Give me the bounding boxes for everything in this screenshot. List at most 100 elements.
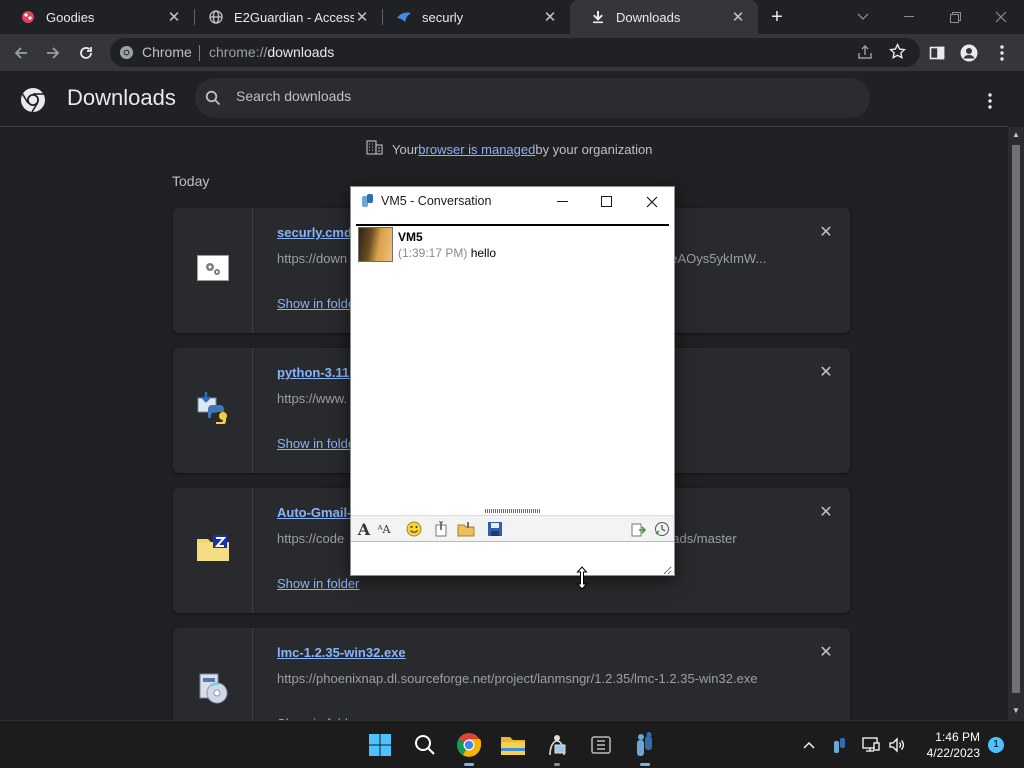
start-button[interactable]: [364, 729, 396, 761]
conversation-toolbar: A ᴬA: [351, 515, 674, 542]
scroll-up-arrow-icon[interactable]: ▲: [1012, 131, 1020, 139]
resize-cursor-icon: [576, 566, 588, 590]
new-tab-button[interactable]: +: [766, 6, 788, 28]
chrome-logo-icon: [20, 87, 46, 113]
show-in-folder-link[interactable]: Show in folder: [277, 436, 359, 451]
clock-time: 1:46 PM: [935, 730, 980, 744]
messenger-tray-icon[interactable]: [830, 735, 850, 755]
search-input[interactable]: [236, 88, 836, 104]
message-line: (1:39:17 PM) hello: [398, 246, 496, 260]
tab-e2guardian[interactable]: E2Guardian - Access De ✕: [188, 0, 382, 34]
task-view-icon[interactable]: [585, 729, 617, 761]
system-clock[interactable]: 1:46 PM 4/22/2023: [916, 729, 980, 761]
url-prefix: chrome://: [209, 44, 268, 60]
splitter-grip[interactable]: [485, 509, 541, 513]
tab-downloads[interactable]: Downloads ✕: [570, 0, 758, 34]
show-in-folder-link[interactable]: Show in folder: [277, 296, 359, 311]
message-input[interactable]: [353, 543, 672, 575]
send-folder-icon[interactable]: [457, 520, 475, 538]
search-taskbar-icon[interactable]: [409, 729, 441, 761]
notification-badge[interactable]: 1: [988, 737, 1004, 753]
close-tab-icon[interactable]: ✕: [542, 9, 558, 26]
tab-securly[interactable]: securly ✕: [376, 0, 570, 34]
remove-item-button[interactable]: ✕: [818, 645, 834, 661]
maximize-button[interactable]: [583, 187, 629, 216]
goodies-favicon-icon: [20, 9, 36, 25]
send-file-icon[interactable]: [433, 520, 451, 538]
globe-icon: [208, 9, 224, 25]
emoticon-icon[interactable]: [405, 520, 423, 538]
windows-taskbar: 1:46 PM 4/22/2023 1: [0, 720, 1024, 768]
history-icon[interactable]: [653, 520, 671, 538]
file-explorer-icon[interactable]: [497, 729, 529, 761]
file-name-link[interactable]: Auto-Gmail-: [277, 505, 351, 520]
date-section-heading: Today: [172, 173, 210, 189]
conversation-title: VM5 - Conversation: [381, 194, 492, 208]
file-source-url: https://phoenixnap.dl.sourceforge.net/pr…: [277, 671, 758, 686]
forward-button[interactable]: [40, 40, 66, 66]
save-icon[interactable]: [486, 520, 504, 538]
messenger-app-icon: [359, 193, 375, 209]
tab-search-icon[interactable]: [840, 0, 886, 34]
file-name-link[interactable]: lmc-1.2.35-win32.exe: [277, 645, 406, 660]
url-host: downloads: [267, 44, 335, 60]
messenger-taskbar-icon[interactable]: [629, 729, 661, 766]
side-panel-icon[interactable]: [924, 40, 950, 66]
file-name-link[interactable]: python-3.11.: [277, 365, 353, 380]
conversation-title-bar[interactable]: VM5 - Conversation: [351, 187, 674, 216]
securly-favicon-icon: [396, 9, 412, 25]
clock-date: 4/22/2023: [926, 746, 980, 760]
remove-item-button[interactable]: ✕: [818, 225, 834, 241]
close-tab-icon[interactable]: ✕: [166, 9, 182, 26]
file-source-url-tail: heAOys5ykImW...: [663, 251, 767, 266]
restore-button[interactable]: [932, 0, 978, 34]
volume-icon[interactable]: [887, 735, 907, 755]
page-scrollbar[interactable]: ▲ ▼: [1008, 127, 1024, 720]
font-color-icon[interactable]: ᴬA: [375, 520, 393, 538]
search-icon: [205, 90, 221, 111]
show-hidden-icons-icon[interactable]: [799, 735, 819, 755]
close-tab-icon[interactable]: ✕: [354, 9, 370, 26]
show-in-folder-link[interactable]: Show in folder: [277, 576, 359, 591]
tab-strip: Goodies ✕ E2Guardian - Access De ✕ secur…: [0, 0, 1024, 34]
font-icon[interactable]: A: [355, 520, 373, 539]
file-icon-column: [173, 488, 253, 613]
managed-prefix: Your: [392, 141, 419, 157]
minimize-button[interactable]: [539, 187, 585, 216]
message-time: (1:39:17 PM): [398, 246, 468, 260]
search-box[interactable]: [195, 78, 870, 118]
chrome-taskbar-icon[interactable]: [453, 729, 485, 766]
conversation-window: VM5 - Conversation VM5 (1:39:17 PM) hell…: [350, 186, 675, 576]
more-actions-icon[interactable]: [978, 89, 1002, 113]
share-icon[interactable]: [857, 44, 873, 65]
chrome-menu-icon[interactable]: [989, 40, 1015, 66]
close-tab-icon[interactable]: ✕: [730, 9, 746, 26]
bookmark-star-icon[interactable]: [889, 42, 906, 65]
close-window-button[interactable]: [978, 0, 1024, 34]
remove-item-button[interactable]: ✕: [818, 365, 834, 381]
message-text: hello: [467, 246, 497, 260]
file-name-link[interactable]: securly.cmd: [277, 225, 352, 240]
scrollbar-thumb[interactable]: [1012, 145, 1020, 693]
managed-notice: Your browser is managed by your organiza…: [366, 140, 652, 158]
back-button[interactable]: [8, 40, 34, 66]
page-title: Downloads: [67, 85, 176, 110]
message-history[interactable]: VM5 (1:39:17 PM) hello: [356, 224, 669, 506]
reload-button[interactable]: [73, 40, 99, 66]
managed-link[interactable]: browser is managed: [418, 142, 535, 157]
minimize-button[interactable]: [886, 0, 932, 34]
network-icon[interactable]: [861, 735, 881, 755]
file-icon-column: [173, 208, 253, 333]
remove-item-button[interactable]: ✕: [818, 505, 834, 521]
profile-avatar-icon[interactable]: [956, 40, 982, 66]
app-taskbar-icon[interactable]: [541, 729, 573, 766]
avatar: [358, 227, 393, 262]
close-window-button[interactable]: [629, 187, 675, 216]
address-bar[interactable]: Chrome chrome://downloads: [110, 38, 920, 67]
building-icon: [366, 140, 383, 158]
scroll-down-arrow-icon[interactable]: ▼: [1012, 707, 1020, 715]
tab-title: E2Guardian - Access De: [234, 9, 354, 25]
tab-goodies[interactable]: Goodies ✕: [0, 0, 194, 34]
copy-paste-icon[interactable]: [629, 520, 647, 538]
browser-toolbar: Chrome chrome://downloads: [0, 34, 1024, 71]
